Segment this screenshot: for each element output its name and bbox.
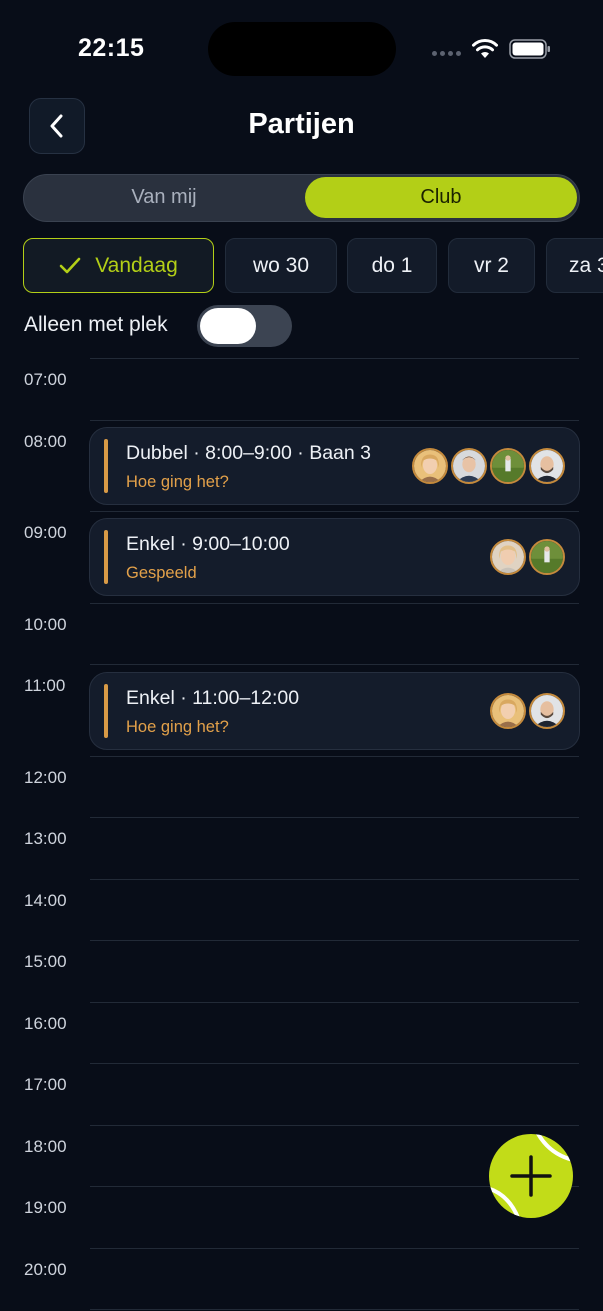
filter-label: Alleen met plek (24, 313, 168, 336)
hour-divider (90, 511, 579, 512)
date-chip-do-1[interactable]: do 1 (347, 238, 437, 293)
match-card[interactable]: Enkel · 11:00–12:00 Hoe ging het? (89, 672, 580, 750)
page-title: Partijen (248, 108, 355, 140)
alleen-met-plek-toggle[interactable] (197, 305, 292, 347)
date-chip-row: Vandaag wo 30 do 1 vr 2 za 3 (23, 238, 603, 294)
match-status: Hoe ging het? (126, 473, 229, 491)
hour-divider (90, 1309, 579, 1310)
match-status: Gespeeld (126, 564, 197, 582)
match-title: Dubbel · 8:00–9:00 · Baan 3 (126, 442, 372, 464)
hour-label: 16:00 (24, 1014, 67, 1033)
player-avatars (412, 448, 565, 484)
dynamic-island (208, 22, 396, 76)
hour-label: 12:00 (24, 768, 67, 787)
hour-divider (90, 1248, 579, 1249)
date-chip-vandaag[interactable]: Vandaag (23, 238, 214, 293)
battery-icon (509, 39, 550, 59)
match-title: Enkel · 9:00–10:00 (126, 533, 290, 555)
hour-label: 17:00 (24, 1075, 67, 1094)
hour-label: 11:00 (24, 676, 66, 695)
date-chip-vr-2[interactable]: vr 2 (448, 238, 535, 293)
date-chip-label: za 3 (569, 253, 603, 277)
avatar (490, 693, 526, 729)
plus-icon (510, 1155, 552, 1197)
hour-divider (90, 664, 579, 665)
match-title: Enkel · 11:00–12:00 (126, 687, 300, 709)
segment-club[interactable]: Club (305, 177, 577, 218)
match-status: Hoe ging het? (126, 718, 229, 736)
hour-label: 19:00 (24, 1198, 67, 1217)
date-chip-za-3[interactable]: za 3 (546, 238, 603, 293)
checkmark-icon (59, 257, 81, 273)
hour-label: 15:00 (24, 952, 67, 971)
hour-divider (90, 1002, 579, 1003)
player-avatars (490, 693, 565, 729)
event-accent-bar (104, 530, 108, 584)
match-card[interactable]: Enkel · 9:00–10:00 Gespeeld (89, 518, 580, 596)
hour-label: 09:00 (24, 523, 67, 542)
hour-label: 07:00 (24, 370, 67, 389)
wifi-icon (472, 39, 498, 58)
avatar (529, 448, 565, 484)
hour-divider (90, 1063, 579, 1064)
hour-divider (90, 879, 579, 880)
event-accent-bar (104, 684, 108, 738)
hour-divider (90, 603, 579, 604)
scope-segmented-control: Van mij Club (23, 174, 580, 222)
hour-label: 20:00 (24, 1260, 67, 1279)
date-chip-label: wo 30 (252, 253, 310, 277)
hour-label: 18:00 (24, 1137, 67, 1156)
date-chip-label: vr 2 (473, 253, 509, 277)
status-time: 22:15 (78, 34, 145, 62)
avatar (412, 448, 448, 484)
hour-label: 08:00 (24, 432, 67, 451)
player-avatars (490, 539, 565, 575)
hour-divider (90, 1125, 579, 1126)
hour-divider (90, 940, 579, 941)
screen: 22:15 Partijen Van mij Club Vandaag wo 3… (0, 0, 603, 1311)
cellular-signal-icon (432, 51, 461, 56)
avatar (529, 539, 565, 575)
hour-divider (90, 817, 579, 818)
event-accent-bar (104, 439, 108, 493)
date-chip-label: Vandaag (95, 253, 178, 277)
date-chip-wo-30[interactable]: wo 30 (225, 238, 337, 293)
match-card[interactable]: Dubbel · 8:00–9:00 · Baan 3 Hoe ging het… (89, 427, 580, 505)
date-chip-label: do 1 (371, 253, 413, 277)
avatar (490, 539, 526, 575)
hour-divider (90, 358, 579, 359)
toggle-knob (200, 308, 256, 344)
hour-label: 10:00 (24, 615, 67, 634)
segment-van-mij[interactable]: Van mij (24, 175, 304, 220)
add-match-button[interactable] (489, 1134, 573, 1218)
hour-divider (90, 756, 579, 757)
hour-label: 13:00 (24, 829, 67, 848)
avatar (451, 448, 487, 484)
avatar (490, 448, 526, 484)
avatar (529, 693, 565, 729)
hour-label: 14:00 (24, 891, 67, 910)
hour-divider (90, 420, 579, 421)
